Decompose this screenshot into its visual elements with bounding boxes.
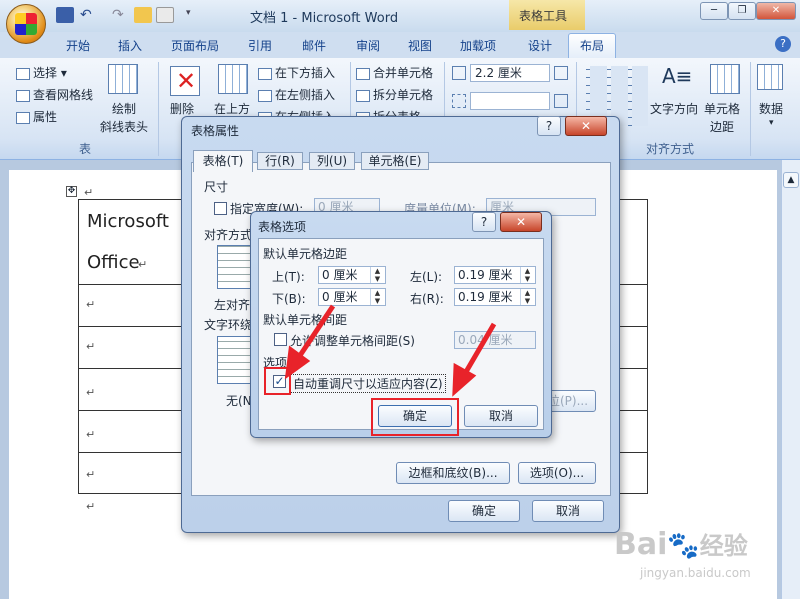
office-logo-icon: [15, 13, 37, 35]
annotation-arrows: [284, 304, 497, 397]
office-button[interactable]: [6, 4, 46, 44]
watermark-brand: Bai🐾经验: [614, 527, 748, 562]
arrow-to-checkbox: [294, 304, 336, 362]
watermark-url: jingyan.baidu.com: [640, 566, 751, 580]
arrow-to-ok: [460, 322, 497, 379]
